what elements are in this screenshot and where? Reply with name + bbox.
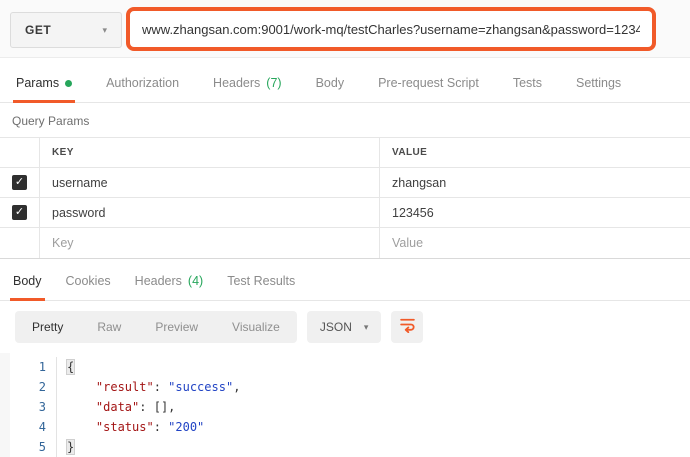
response-tab-test-results-label: Test Results [227,274,296,288]
response-tab-cookies[interactable]: Cookies [63,274,114,301]
tab-headers[interactable]: Headers (7) [210,76,285,103]
code-line: "data": [], [95,400,176,414]
response-tab-test-results[interactable]: Test Results [224,274,298,301]
response-tab-body[interactable]: Body [10,274,45,301]
table-row: ✓ username zhangsan [0,168,690,198]
chevron-down-icon: ▾ [102,24,107,35]
view-mode-visualize[interactable]: Visualize [215,320,297,334]
format-label: JSON [319,320,352,334]
response-toolbar: Pretty Raw Preview Visualize JSON ▾ [0,301,690,353]
line-number: 1 [38,360,46,374]
param-key[interactable]: password [52,206,106,220]
request-tabs: Params Authorization Headers (7) Body Pr… [0,58,690,103]
new-key-input[interactable] [52,236,347,250]
response-tab-headers-label: Headers [134,274,182,288]
tab-tests[interactable]: Tests [510,76,545,103]
table-new-row [0,228,690,258]
table-header-row: KEY VALUE [0,138,690,168]
tab-body[interactable]: Body [313,76,348,103]
wrap-text-button[interactable] [391,311,424,343]
unsaved-changes-dot [65,79,73,87]
format-dropdown[interactable]: JSON ▾ [306,311,382,343]
method-label: GET [25,23,52,37]
key-column-header: KEY [52,147,74,158]
row-checkbox[interactable]: ✓ [12,175,27,190]
response-tab-cookies-label: Cookies [65,274,111,288]
tab-authorization-label: Authorization [106,76,180,90]
tab-params-label: Params [16,76,60,90]
tab-authorization[interactable]: Authorization [103,76,182,103]
tab-tests-label: Tests [512,76,542,90]
view-mode-switcher: Pretty Raw Preview Visualize [15,311,297,343]
response-tabs: Body Cookies Headers (4) Test Results [0,258,690,301]
new-row-check-cell [0,228,40,258]
row-checkbox[interactable]: ✓ [12,205,27,220]
response-body-viewer[interactable]: 1 2 3 4 5 { "result": "success", "data":… [0,353,690,457]
line-number-gutter: 1 2 3 4 5 [10,357,57,457]
view-mode-preview[interactable]: Preview [138,320,215,334]
param-key[interactable]: username [52,176,108,190]
view-mode-raw[interactable]: Raw [80,320,138,334]
new-value-input[interactable] [392,236,661,250]
url-highlight-box: www.zhangsan.com:9001/work-mq/testCharle… [126,7,656,51]
line-number: 4 [38,420,46,434]
chevron-down-icon: ▾ [363,321,369,332]
code-line: { [65,359,76,375]
tab-params[interactable]: Params [13,76,76,103]
response-tab-body-label: Body [13,274,42,288]
query-params-table: KEY VALUE ✓ username zhangsan ✓ password… [0,137,690,258]
response-tab-headers[interactable]: Headers (4) [132,274,207,301]
tab-settings[interactable]: Settings [573,76,624,103]
line-number: 2 [38,380,46,394]
tab-headers-label: Headers [213,76,261,90]
line-number: 5 [38,440,46,454]
value-column-header: VALUE [392,147,428,158]
method-dropdown[interactable]: GET ▾ [10,12,122,48]
table-row: ✓ password 123456 [0,198,690,228]
tab-prerequest-label: Pre-request Script [378,76,479,90]
code-line: "result": "success", [95,380,241,394]
wrap-text-icon [399,316,416,338]
json-code: { "result": "success", "data": [], "stat… [57,357,690,457]
param-value[interactable]: zhangsan [392,176,446,190]
tab-headers-count: (7) [266,76,282,90]
code-line: "status": "200" [95,420,205,434]
line-number: 3 [38,400,46,414]
tab-settings-label: Settings [576,76,622,90]
query-params-title: Query Params [12,114,90,128]
view-mode-pretty[interactable]: Pretty [15,320,80,334]
url-input[interactable]: www.zhangsan.com:9001/work-mq/testCharle… [142,22,640,37]
code-line: } [65,439,76,455]
tab-prerequest-script[interactable]: Pre-request Script [375,76,482,103]
param-value[interactable]: 123456 [392,206,434,220]
header-check-cell [0,138,40,167]
request-bar: GET ▾ www.zhangsan.com:9001/work-mq/test… [0,0,690,58]
response-tab-headers-count: (4) [187,274,204,288]
tab-body-label: Body [315,76,345,90]
